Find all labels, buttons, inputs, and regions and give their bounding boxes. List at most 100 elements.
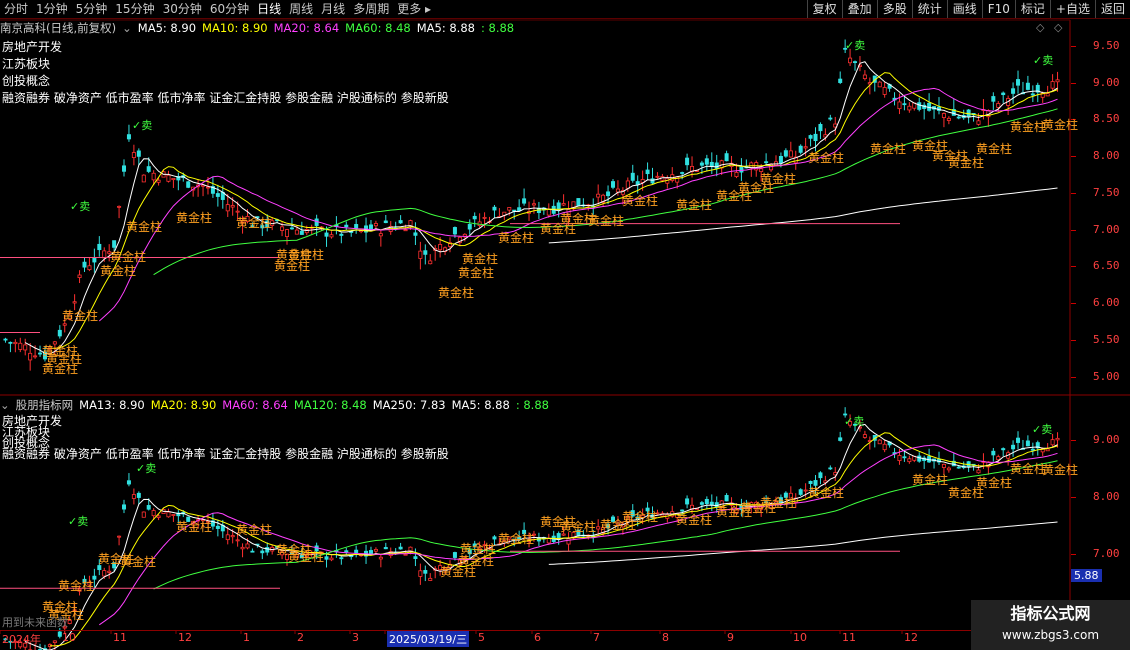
bottom-candle-body (586, 534, 591, 537)
sell-signal-label: ✓卖 (68, 515, 89, 528)
top-candle-body (734, 171, 739, 178)
gold-pillar-label: 黄金柱 (1042, 463, 1079, 477)
tab-period[interactable]: 分时 (0, 0, 32, 18)
concept-tag: 融资融券 破净资产 低市盈率 低市净率 证金汇金持股 参股金融 沪股通标的 参股… (2, 447, 449, 461)
top-candle-body (714, 162, 719, 169)
top-candle-body (531, 203, 536, 206)
watermark-url: www.zbgs3.com (1001, 628, 1100, 642)
price-tick-label: 7.00 (1093, 547, 1120, 561)
bottom-candle-body (833, 472, 838, 476)
toolbar-button[interactable]: 复权 (806, 0, 842, 18)
tab-period[interactable]: 周线 (285, 0, 317, 18)
bottom-candle-body (230, 535, 235, 538)
bottom-candle-body (694, 507, 699, 510)
top-candle-body (186, 181, 191, 188)
tab-period[interactable]: 更多 ▸ (393, 0, 435, 18)
date-tick-label: 11 (113, 631, 127, 644)
bottom-candle-body (102, 570, 107, 577)
bottom-candle-body (428, 577, 433, 581)
top-candle-body (527, 211, 532, 214)
top-candle-body (230, 205, 235, 208)
bottom-candle-body (250, 550, 255, 553)
top-candle-body (635, 181, 640, 185)
bottom-ma-legend: MA13: 8.90 MA20: 8.90 MA60: 8.64 MA120: 8.4… (79, 398, 555, 412)
top-candle-body (354, 224, 359, 229)
toolbar-button[interactable]: 标记 (1014, 0, 1050, 18)
tab-period[interactable]: 月线 (317, 0, 349, 18)
bottom-candle-body (452, 552, 457, 558)
toolbar-button[interactable]: 叠加 (841, 0, 877, 18)
bottom-candle-body (433, 568, 438, 571)
bottom-candle-body (1050, 439, 1055, 446)
top-candle-body (97, 243, 102, 251)
top-candle-body (699, 162, 704, 166)
bottom-candle-body (828, 467, 833, 470)
top-candle-body (932, 106, 937, 110)
bottom-candle-body (413, 556, 418, 559)
gold-pillar-label: 黄金柱 (676, 513, 713, 527)
bottom-candle-body (1045, 448, 1050, 452)
top-candle-body (334, 224, 339, 227)
top-candle-body (403, 229, 408, 232)
top-candle-body (339, 233, 344, 236)
diamond-icon[interactable]: ◇ (1036, 21, 1044, 34)
chevron-down-icon[interactable]: ⌄ (0, 398, 10, 412)
top-candle-body (304, 229, 309, 234)
top-candle-body (299, 230, 304, 235)
sell-signal-label: ✓卖 (70, 200, 91, 213)
top-candle-body (1025, 82, 1030, 90)
toolbar-button[interactable]: F10 (981, 0, 1015, 18)
ma-value: MA60: 8.64 (222, 398, 288, 412)
top-candle-body (586, 204, 591, 207)
top-candle-body (225, 204, 230, 212)
top-candle-body (823, 134, 828, 138)
top-candle-body (181, 175, 186, 179)
close-icon[interactable]: ◇ (1054, 21, 1062, 34)
gold-pillar-label: 黄金柱 (42, 362, 79, 376)
tab-period[interactable]: 5分钟 (72, 0, 112, 18)
tab-period[interactable]: 60分钟 (206, 0, 253, 18)
toolbar-button[interactable]: 画线 (946, 0, 982, 18)
bottom-candle-body (255, 543, 260, 546)
bottom-candle-body (818, 472, 823, 479)
top-candle-body (946, 117, 951, 121)
toolbar-button[interactable]: 统计 (911, 0, 947, 18)
bottom-candle-body (941, 463, 946, 468)
tab-period[interactable]: 日线 (253, 0, 285, 18)
bottom-candle-body (151, 510, 156, 517)
toolbar-button[interactable]: 多股 (876, 0, 912, 18)
ma-value: : 8.88 (515, 398, 549, 412)
top-candle-body (922, 104, 927, 109)
top-candle-body (996, 103, 1001, 108)
top-candle-body (428, 260, 433, 265)
bottom-candle-body (1020, 447, 1025, 450)
concept-tag: 江苏板块 (2, 425, 51, 439)
tab-period[interactable]: 1分钟 (32, 0, 72, 18)
top-candle-body (833, 123, 838, 128)
bottom-candle-body (171, 514, 176, 516)
gold-pillar-label: 黄金柱 (176, 211, 213, 225)
top-candle-body (882, 87, 887, 95)
sell-signal-label: ✓卖 (132, 119, 153, 132)
top-candle-body (102, 250, 107, 259)
bottom-candle-body (917, 455, 922, 462)
watermark-title: 指标公式网 (1010, 604, 1091, 623)
bottom-candle-body (136, 492, 141, 498)
top-candle-body (1016, 79, 1021, 86)
chevron-down-icon[interactable]: ⌄ (122, 21, 132, 35)
tab-period[interactable]: 多周期 (349, 0, 393, 18)
top-candle-body (601, 194, 606, 203)
top-candle-body (349, 231, 354, 233)
top-candle-body (398, 220, 403, 224)
top-candle-body (383, 220, 388, 224)
tab-period[interactable]: 30分钟 (159, 0, 206, 18)
top-candle-body (862, 74, 867, 80)
bottom-candle-body (131, 494, 136, 499)
tab-period[interactable]: 15分钟 (111, 0, 158, 18)
date-tick-label: 12 (178, 631, 192, 644)
bottom-candle-body (670, 511, 675, 517)
gold-pillar-label: 黄金柱 (808, 486, 845, 500)
bottom-candle-body (1011, 444, 1016, 450)
period-tabs: 分时 1分钟 5分钟 15分钟 30分钟 60分钟 日线 周线 月线 多周期 更多 ▸ (0, 0, 435, 18)
top-candle-body (309, 226, 314, 229)
